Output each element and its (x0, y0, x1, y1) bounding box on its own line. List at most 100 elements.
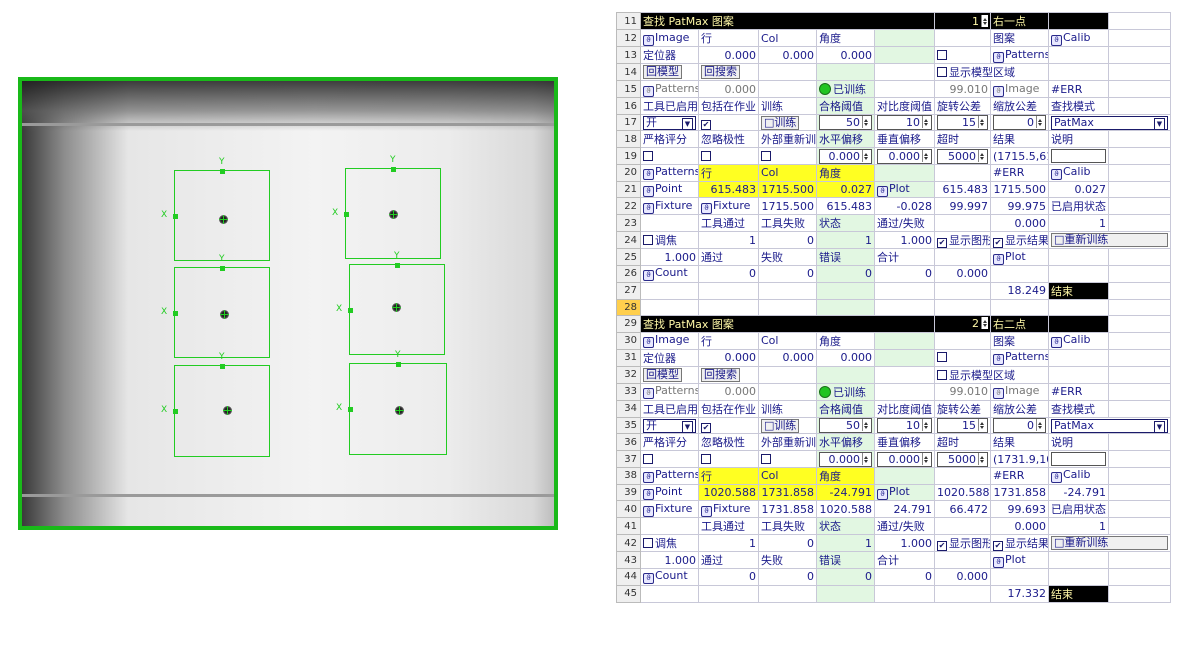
cell[interactable]: 回搜索 (698, 63, 759, 81)
checkbox[interactable] (937, 369, 947, 380)
x-offset-input[interactable]: 0.000 (819, 148, 872, 164)
roi-box[interactable]: Y X (336, 350, 447, 455)
cell[interactable]: 10 (874, 113, 935, 132)
cell[interactable]: ϑ Count (640, 265, 699, 283)
description-input[interactable] (1051, 452, 1106, 467)
spin-button-icon[interactable] (981, 317, 988, 330)
train-button[interactable]: □训练 (761, 115, 800, 130)
spin-button-icon[interactable] (1036, 116, 1043, 129)
cell[interactable]: ϑ Calib (1048, 331, 1109, 350)
roi-box[interactable]: Y X (332, 155, 441, 259)
cell[interactable]: 0.000 (874, 450, 935, 468)
checkbox[interactable] (937, 352, 947, 363)
model-button[interactable]: 回模型 (643, 65, 682, 79)
cell[interactable]: 50 (816, 113, 875, 132)
show-results-checkbox[interactable]: ✔ 显示结果 (990, 534, 1049, 553)
cell[interactable] (1048, 298, 1109, 316)
cell[interactable] (990, 298, 1049, 316)
cell[interactable] (758, 298, 817, 316)
include-in-job-checkbox[interactable]: ✔ (698, 113, 759, 132)
show-results-checkbox[interactable]: ✔ 显示结果 (990, 231, 1049, 250)
cell[interactable] (698, 298, 759, 316)
roi-box[interactable]: Y X (161, 352, 270, 457)
cell[interactable]: ϑ Image (640, 29, 699, 47)
spin-button-icon[interactable] (922, 419, 929, 432)
cell[interactable]: 50 (816, 416, 875, 435)
tool-name[interactable]: 右一点 (990, 12, 1049, 30)
checkbox[interactable] (701, 150, 711, 161)
cell[interactable]: ϑ Fixture (640, 500, 699, 519)
scale-tolerance-input[interactable]: 0 (993, 418, 1046, 433)
camera-image-view[interactable]: Y X Y X Y X Y X Y X Y X (18, 77, 558, 530)
cell[interactable]: ϑ Patterns (640, 466, 699, 485)
retrain-button[interactable]: □重新训练 (1048, 231, 1171, 250)
include-in-job-checkbox[interactable]: ✔ (698, 416, 759, 435)
cell[interactable] (874, 298, 935, 316)
cell[interactable]: 回搜索 (698, 365, 759, 384)
cell[interactable]: 15 (934, 113, 991, 132)
show-graphics-checkbox[interactable]: ✔ 显示图形 (934, 231, 991, 250)
cell[interactable]: ϑ Count (640, 568, 699, 586)
ignore-polarity-checkbox[interactable] (698, 450, 759, 468)
accept-threshold-input[interactable]: 50 (819, 115, 872, 130)
spin-button-icon[interactable] (978, 149, 985, 162)
show-graphics-checkbox[interactable]: ✔ 显示图形 (934, 534, 991, 553)
timeout-input[interactable]: 5000 (937, 451, 988, 467)
cell[interactable]: ϑ Calib (1048, 466, 1109, 485)
spin-button-icon[interactable] (862, 149, 869, 162)
spin-button-icon[interactable] (862, 452, 869, 465)
cell[interactable] (1048, 147, 1109, 165)
cell[interactable]: 开 ▼ (640, 416, 699, 435)
x-offset-input[interactable]: 0.000 (819, 451, 872, 467)
ignore-polarity-checkbox[interactable] (698, 147, 759, 165)
spin-button-icon[interactable] (922, 116, 929, 129)
checkbox[interactable] (937, 49, 947, 60)
spin-button-icon[interactable] (922, 149, 929, 162)
cell[interactable] (934, 298, 991, 316)
checkbox[interactable]: ✔ (937, 541, 947, 551)
tool-enabled-dropdown[interactable]: 开 ▼ (643, 418, 696, 433)
cell[interactable]: ϑ Image (640, 331, 699, 350)
roi-box[interactable]: Y X (161, 157, 270, 261)
checkbox[interactable]: ✔ (701, 422, 711, 433)
checkbox[interactable]: ✔ (993, 541, 1003, 551)
scale-tolerance-input[interactable]: 0 (993, 115, 1046, 130)
train-button[interactable]: □训练 (761, 418, 800, 433)
cell[interactable]: ϑ Calib (1048, 163, 1109, 182)
tool-index[interactable]: 1 (934, 12, 991, 30)
cell[interactable]: ϑ Patterns (990, 348, 1049, 367)
spin-button-icon[interactable] (862, 116, 869, 129)
description-input[interactable] (1051, 149, 1106, 164)
cell[interactable]: ϑ Fixture (698, 500, 759, 519)
cell[interactable]: □训练 (758, 113, 817, 132)
external-retrain-checkbox[interactable] (758, 147, 817, 165)
checkbox[interactable] (761, 150, 771, 161)
cell[interactable]: ϑ Point (640, 180, 699, 199)
checkbox[interactable] (701, 453, 711, 464)
rotation-tolerance-input[interactable]: 15 (937, 115, 988, 130)
find-mode-dropdown[interactable]: PatMax ▼ (1048, 113, 1171, 132)
cell[interactable] (816, 298, 875, 316)
tool-name[interactable]: 右二点 (990, 314, 1049, 333)
cell[interactable]: 回模型 (640, 365, 699, 384)
checkbox[interactable]: ✔ (701, 119, 711, 130)
timeout-input[interactable]: 5000 (937, 148, 988, 164)
tool-enabled-dropdown[interactable]: 开 ▼ (643, 115, 696, 130)
checkbox[interactable] (643, 150, 653, 161)
search-button[interactable]: 回搜索 (701, 367, 740, 382)
y-offset-input[interactable]: 0.000 (877, 451, 932, 467)
roi-box[interactable]: Y X (161, 254, 270, 358)
cell[interactable]: 0.000 (816, 450, 875, 468)
spin-button-icon[interactable] (978, 116, 985, 129)
cell[interactable]: ϑ Fixture (640, 197, 699, 216)
checkbox[interactable]: ✔ (937, 238, 947, 248)
cell[interactable] (640, 298, 699, 316)
cell[interactable]: ϑ Patterns (640, 163, 699, 182)
cell[interactable]: 0 (990, 113, 1049, 132)
cell[interactable]: ϑ Patterns (990, 46, 1049, 64)
cell[interactable]: ϑ Fixture (698, 197, 759, 216)
checkbox[interactable]: ✔ (993, 238, 1003, 248)
strict-score-checkbox[interactable] (640, 147, 699, 165)
spin-button-icon[interactable] (978, 452, 985, 465)
checkbox[interactable] (643, 538, 653, 549)
